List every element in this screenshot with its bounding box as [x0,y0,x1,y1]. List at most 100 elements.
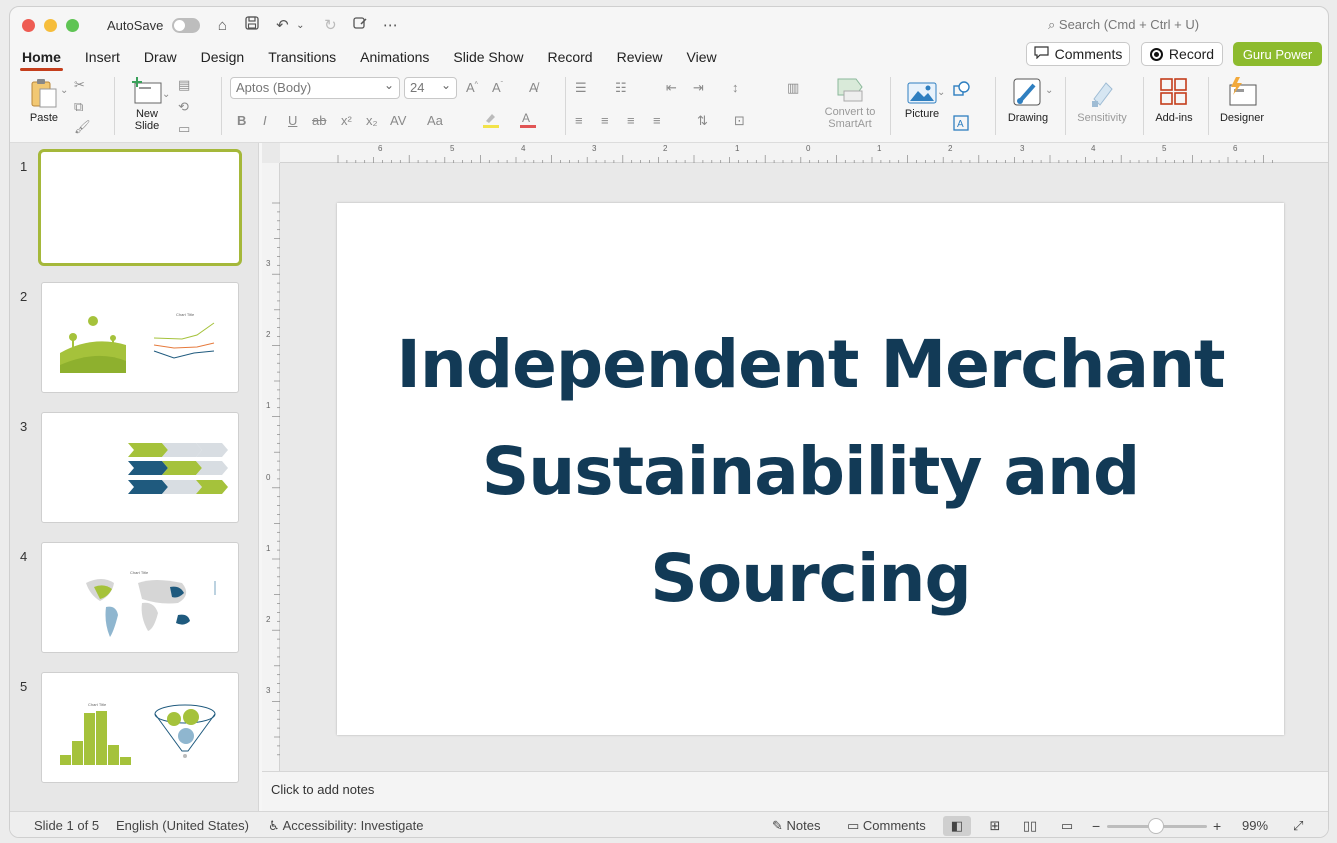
normal-view-button[interactable]: ◧ [943,816,971,836]
bold-icon[interactable]: B [237,113,246,128]
autosave-toggle[interactable] [172,17,201,33]
tab-slide-show[interactable]: Slide Show [441,43,535,71]
align-text-icon[interactable]: ⊡ [734,113,745,129]
highlight-icon[interactable] [482,111,506,132]
increase-font-size-icon[interactable]: A^ [466,80,478,95]
justify-icon[interactable]: ≡ [653,113,661,128]
clear-formatting-icon[interactable]: A̸ [529,80,538,95]
zoom-level[interactable]: 99% [1242,818,1268,833]
section-icon[interactable]: ▭ [178,121,190,137]
tab-review[interactable]: Review [605,43,675,71]
redo-icon[interactable]: ↻ [322,16,338,34]
record-icon [1149,47,1163,61]
zoom-window-button[interactable] [66,18,79,32]
decrease-font-size-icon[interactable]: Aˇ [492,80,503,95]
slide-thumbnail-2[interactable]: Chart Title [41,282,239,393]
slide-number: 1 [20,159,28,174]
undo-dropdown-chevron-icon[interactable]: ⌄ [292,20,308,31]
paste-label: Paste [29,112,59,124]
slide-thumbnail-1[interactable] [38,149,242,266]
language-status[interactable]: English (United States) [116,818,249,833]
increase-indent-icon[interactable]: ⇥ [693,80,704,96]
subscript-icon[interactable]: x₂ [366,113,378,128]
farm-line-chart-thumbnail: Chart Title [60,312,215,373]
tab-design[interactable]: Design [189,43,257,71]
record-button[interactable]: Record [1141,42,1223,66]
reading-view-button[interactable]: ▯▯ [1016,816,1044,836]
search-input[interactable]: ⌕ Search (Cmd + Ctrl + U) [1048,17,1199,33]
customize-icon[interactable] [352,16,368,34]
comments-button[interactable]: Comments [1026,42,1130,66]
notes-toggle-button[interactable]: ✎ Notes [772,818,820,834]
italic-icon[interactable]: I [263,113,267,128]
tab-animations[interactable]: Animations [348,43,441,71]
paste-dropdown-chevron-icon[interactable]: ⌄ [60,85,68,96]
line-spacing-icon[interactable]: ↕ [732,80,739,95]
reset-slide-icon[interactable]: ⟲ [178,99,189,115]
notes-pane[interactable]: Click to add notes [262,771,1328,811]
align-center-icon[interactable]: ≡ [601,113,609,128]
zoom-in-icon[interactable]: + [1213,818,1221,834]
close-window-button[interactable] [22,18,35,32]
text-box-icon[interactable]: A [953,115,969,134]
zoom-slider-handle[interactable] [1148,818,1164,834]
font-size-dropdown[interactable]: 24 [404,75,457,99]
guru-power-button[interactable]: Guru Power [1233,42,1322,66]
zoom-out-icon[interactable]: − [1092,818,1100,834]
font-name-dropdown[interactable]: Aptos (Body) [230,75,400,99]
slide-thumbnail-4[interactable]: Chart Title [41,542,239,653]
shapes-icon[interactable] [953,81,971,100]
paste-button[interactable]: Paste [24,77,64,124]
picture-label: Picture [904,108,940,120]
tab-view[interactable]: View [675,43,729,71]
undo-icon[interactable]: ↶ [274,16,290,34]
strikethrough-icon[interactable]: ab [312,113,326,128]
home-icon[interactable]: ⌂ [214,17,230,34]
font-color-icon[interactable]: A [519,111,539,132]
slide-sorter-view-button[interactable]: ⊞ [981,816,1009,836]
copy-icon[interactable]: ⧉ [74,99,83,115]
slide-number: 2 [20,289,28,304]
tab-record[interactable]: Record [535,43,604,71]
new-slide-button[interactable]: New Slide [124,77,170,132]
tab-insert[interactable]: Insert [73,43,132,71]
tab-transitions[interactable]: Transitions [256,43,348,71]
tab-home[interactable]: Home [10,43,73,71]
slide-show-view-button[interactable]: ▭ [1053,816,1081,836]
format-painter-icon[interactable]: 🖌 [74,119,91,135]
convert-to-smartart-button[interactable]: Convert to SmartArt [818,77,882,130]
align-right-icon[interactable]: ≡ [627,113,635,128]
cut-icon[interactable]: ✂ [74,77,85,93]
layout-icon[interactable]: ▤ [178,77,190,93]
sensitivity-button[interactable]: Sensitivity [1072,77,1132,124]
align-left-icon[interactable]: ≡ [575,113,583,128]
change-case-icon[interactable]: Aa [427,113,443,128]
numbering-icon[interactable]: ☷ [615,80,627,96]
accessibility-status[interactable]: ♿ Accessibility: Investigate [268,818,423,834]
character-spacing-icon[interactable]: AV [390,113,406,128]
new-slide-icon [132,77,162,104]
minimize-window-button[interactable] [44,18,57,32]
add-ins-button[interactable]: Add-ins [1150,77,1198,124]
current-slide-canvas[interactable]: Independent Merchant Sustainability and … [337,203,1284,735]
slide-title-textbox[interactable]: Independent Merchant Sustainability and … [337,311,1284,632]
text-direction-icon[interactable]: ⇅ [697,113,708,129]
slide-thumbnail-5[interactable]: Chart Title [41,672,239,783]
bullets-icon[interactable]: ☰ [575,80,587,96]
underline-icon[interactable]: U [288,113,297,128]
comments-toggle-button[interactable]: ▭ Comments [847,818,926,834]
horizontal-ruler: 6 5 4 3 2 1 0 1 2 3 4 5 6 [280,143,1328,163]
tab-draw[interactable]: Draw [132,43,189,71]
new-slide-dropdown-chevron-icon[interactable]: ⌄ [162,89,170,100]
superscript-icon[interactable]: x² [341,113,352,128]
slide-number: 3 [20,419,28,434]
drawing-dropdown-chevron-icon[interactable]: ⌄ [1045,85,1053,96]
save-icon[interactable] [244,16,260,34]
columns-icon[interactable]: ▥ [787,80,799,96]
decrease-indent-icon[interactable]: ⇤ [666,80,677,96]
slide-thumbnail-3[interactable] [41,412,239,523]
fit-to-window-icon[interactable]: ⤢ [1293,818,1303,834]
designer-button[interactable]: Designer [1216,77,1268,124]
picture-dropdown-chevron-icon[interactable]: ⌄ [937,87,945,98]
more-icon[interactable]: ⋯ [382,16,398,34]
